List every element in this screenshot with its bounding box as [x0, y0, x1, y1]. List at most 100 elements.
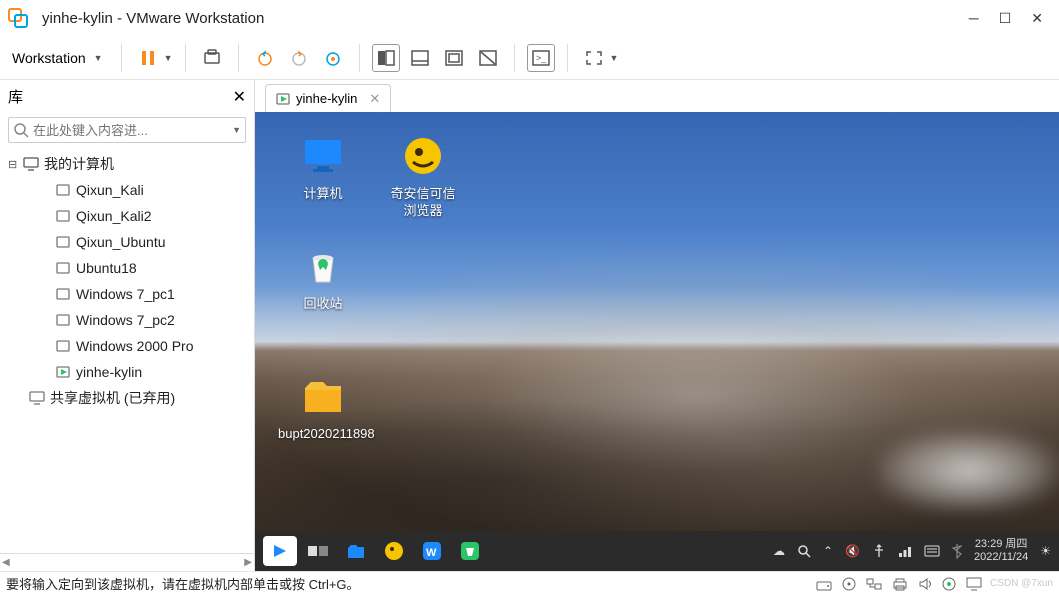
library-panel: 库 ✕ ▼ ⊟ 我的计算机 Qixun_Kali Qixun_Kali2 Qix…: [0, 80, 255, 571]
status-bar: 要将输入定向到该虚拟机，请在虚拟机内部单击或按 Ctrl+G。 CSDN @7x…: [0, 571, 1059, 595]
desktop-icon-computer[interactable]: 计算机: [273, 132, 373, 242]
tree-label: 共享虚拟机 (已弃用): [50, 388, 175, 408]
task-view-button[interactable]: [301, 536, 335, 566]
guest-desktop[interactable]: 计算机 奇安信可信 浏览器 回收站 bupt2020211898: [255, 112, 1059, 571]
monitor-icon: [299, 132, 347, 180]
tree-vm-item[interactable]: Windows 7_pc1: [0, 281, 254, 307]
tree-label: Windows 7_pc2: [76, 312, 175, 328]
wps-button[interactable]: W: [415, 536, 449, 566]
brightness-icon[interactable]: ☀: [1040, 544, 1051, 558]
network-icon[interactable]: [898, 544, 912, 558]
tree-shared-vms[interactable]: 共享虚拟机 (已弃用): [0, 385, 254, 411]
vm-area: yinhe-kylin ✕ 计算机 奇安信可信 浏览器 回收站: [255, 80, 1059, 571]
tree-label: Windows 2000 Pro: [76, 338, 194, 354]
pause-button[interactable]: [134, 44, 162, 72]
tree-vm-item[interactable]: Qixun_Kali: [0, 177, 254, 203]
vm-icon: [54, 259, 72, 277]
toolbar-separator: [514, 44, 515, 72]
keyboard-icon[interactable]: [924, 545, 940, 557]
tree-vm-item[interactable]: Qixun_Ubuntu: [0, 229, 254, 255]
desktop-icon-folder[interactable]: bupt2020211898: [273, 372, 373, 462]
desktop-icon-trash[interactable]: 回收站: [273, 242, 373, 352]
search-tray-icon[interactable]: [797, 544, 811, 558]
bluetooth-icon[interactable]: [952, 543, 962, 559]
folder-icon: [299, 372, 347, 420]
view-quick-switch-button[interactable]: [440, 44, 468, 72]
sound-icon[interactable]: [918, 577, 932, 591]
maximize-button[interactable]: ☐: [999, 10, 1012, 27]
desktop-icon-label: 回收站: [303, 296, 342, 313]
file-manager-button[interactable]: [339, 536, 373, 566]
usb-status-icon[interactable]: [942, 577, 956, 591]
start-button[interactable]: [263, 536, 297, 566]
console-view-button[interactable]: >_: [527, 44, 555, 72]
tree-vm-item[interactable]: Windows 7_pc2: [0, 307, 254, 333]
expand-tray-icon[interactable]: ⌃: [823, 544, 833, 558]
dropdown-icon[interactable]: ▼: [610, 53, 619, 63]
snapshot-button[interactable]: [198, 44, 226, 72]
toolbar-separator: [121, 44, 122, 72]
vm-tab-active[interactable]: yinhe-kylin ✕: [265, 84, 391, 112]
hdd-icon[interactable]: [816, 577, 832, 591]
tree-label: Qixun_Ubuntu: [76, 234, 166, 250]
toolbar-separator: [185, 44, 186, 72]
view-unity-button[interactable]: [474, 44, 502, 72]
scrollbar-horizontal[interactable]: ◀▶: [0, 553, 254, 571]
browser-taskbar-button[interactable]: [377, 536, 411, 566]
close-panel-button[interactable]: ✕: [233, 87, 246, 107]
guest-taskbar: W ☁ ⌃ 🔇 23:29 周四 2022/11/24 ☀: [255, 531, 1059, 571]
vm-icon: [54, 233, 72, 251]
search-input[interactable]: [33, 123, 232, 138]
trash-icon: [299, 242, 347, 290]
dropdown-icon[interactable]: ▼: [164, 53, 173, 63]
vmware-logo-icon: [8, 8, 28, 28]
tree-label: Windows 7_pc1: [76, 286, 175, 302]
clock-date: 2022/11/24: [974, 551, 1028, 564]
clock[interactable]: 23:29 周四 2022/11/24: [974, 538, 1028, 564]
snapshot-revert-button[interactable]: [285, 44, 313, 72]
search-icon: [13, 122, 29, 138]
volume-muted-icon[interactable]: 🔇: [845, 544, 860, 558]
fullscreen-button[interactable]: [580, 44, 608, 72]
vm-icon: [54, 181, 72, 199]
window-title: yinhe-kylin - VMware Workstation: [42, 10, 969, 27]
computer-icon: [22, 155, 40, 173]
minimize-button[interactable]: ─: [969, 10, 979, 27]
view-single-button[interactable]: [406, 44, 434, 72]
tree-vm-item[interactable]: Ubuntu18: [0, 255, 254, 281]
view-console-button[interactable]: [372, 44, 400, 72]
desktop-icon-browser[interactable]: 奇安信可信 浏览器: [373, 132, 473, 242]
cd-icon[interactable]: [842, 577, 856, 591]
workstation-menu[interactable]: Workstation ▼: [12, 50, 109, 66]
close-tab-button[interactable]: ✕: [369, 91, 380, 107]
collapse-icon[interactable]: ⊟: [8, 158, 20, 171]
shared-icon: [28, 389, 46, 407]
close-button[interactable]: ✕: [1031, 10, 1043, 27]
tree-vm-item[interactable]: Windows 2000 Pro: [0, 333, 254, 359]
clock-day: 周四: [1005, 538, 1027, 550]
dropdown-icon[interactable]: ▼: [232, 125, 241, 135]
vm-device-icons: [816, 577, 982, 591]
vm-tab-label: yinhe-kylin: [296, 91, 357, 106]
tree-vm-item[interactable]: Qixun_Kali2: [0, 203, 254, 229]
toolbar-separator: [359, 44, 360, 72]
vm-icon: [54, 207, 72, 225]
vm-icon: [54, 337, 72, 355]
wallpaper-cloud: [879, 431, 1059, 511]
printer-icon[interactable]: [892, 577, 908, 591]
display-icon[interactable]: [966, 577, 982, 591]
network-adapter-icon[interactable]: [866, 577, 882, 591]
library-search[interactable]: ▼: [8, 117, 246, 143]
tree-label: Qixun_Kali: [76, 182, 144, 198]
svg-text:>_: >_: [536, 53, 547, 63]
cloud-icon[interactable]: ☁: [773, 544, 785, 558]
status-message: 要将输入定向到该虚拟机，请在虚拟机内部单击或按 Ctrl+G。: [6, 574, 816, 593]
snapshot-manager-button[interactable]: [319, 44, 347, 72]
tree-label: Qixun_Kali2: [76, 208, 152, 224]
tree-vm-item-running[interactable]: yinhe-kylin: [0, 359, 254, 385]
usb-icon[interactable]: [872, 544, 886, 558]
app-store-button[interactable]: [453, 536, 487, 566]
snapshot-take-button[interactable]: [251, 44, 279, 72]
vm-icon: [54, 311, 72, 329]
tree-root-my-computer[interactable]: ⊟ 我的计算机: [0, 151, 254, 177]
